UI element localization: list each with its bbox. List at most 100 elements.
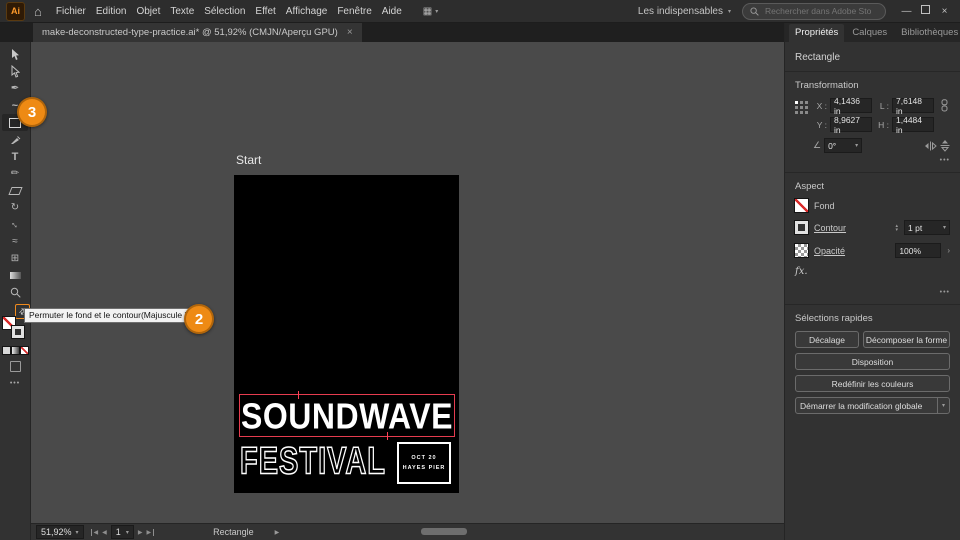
menu-edition[interactable]: Edition xyxy=(91,6,132,17)
tab-calques[interactable]: Calques xyxy=(846,24,893,42)
last-artboard-button[interactable]: ▶ xyxy=(146,528,155,536)
fx-button[interactable]: fx. xyxy=(795,266,808,277)
scale-tool[interactable]: ↔ xyxy=(2,216,28,233)
shape-builder-tool[interactable]: ⊞ xyxy=(2,250,28,267)
close-button[interactable]: × xyxy=(935,6,954,17)
tab-close-icon[interactable]: × xyxy=(347,27,353,38)
poster-title: SOUNDWAVE xyxy=(241,395,453,436)
opacity-select[interactable]: 100% xyxy=(895,243,942,258)
document-tab[interactable]: make-deconstructed-type-practice.ai* @ 5… xyxy=(33,22,362,42)
zoom-value: 51,92% xyxy=(41,527,72,537)
menu-fichier[interactable]: Fichier xyxy=(51,6,91,17)
width-input[interactable]: 7,6148 in xyxy=(892,96,934,116)
link-dimensions-icon[interactable] xyxy=(939,99,950,112)
selection-tool-icon xyxy=(12,49,19,60)
menu-fenetre[interactable]: Fenêtre xyxy=(332,6,376,17)
gradient-tool[interactable] xyxy=(2,267,28,284)
transform-more-options[interactable]: ••• xyxy=(795,157,950,164)
menu-texte[interactable]: Texte xyxy=(165,6,199,17)
chevron-right-icon[interactable]: › xyxy=(947,246,950,255)
pencil-tool[interactable]: ✏ xyxy=(2,165,28,182)
tab-proprietes[interactable]: Propriétés xyxy=(789,24,845,42)
zoom-level-select[interactable]: 51,92% ▾ xyxy=(36,525,84,539)
x-label: X : xyxy=(816,100,827,111)
expand-shape-button[interactable]: Décomposer la forme xyxy=(863,331,950,348)
search-input[interactable] xyxy=(763,5,873,17)
menu-affichage[interactable]: Affichage xyxy=(281,6,333,17)
workspace-switcher[interactable]: Les indispensables ▾ xyxy=(638,6,731,17)
swap-tooltip: Permuter le fond et le contour(Majuscule… xyxy=(24,308,198,323)
flip-horizontal-icon[interactable] xyxy=(924,141,937,151)
artboard[interactable]: SOUNDWAVE FESTIVAL OCT 20 HAYES PIER xyxy=(234,175,459,493)
properties-panel: Propriétés Calques Bibliothèques Rectang… xyxy=(784,22,960,540)
status-bar: 51,92% ▾ ◀ ◀ 1 ▾ ▶ ▶ Rectangle ▶ xyxy=(31,523,784,540)
maximize-icon xyxy=(921,5,930,14)
panel-tabs: Propriétés Calques Bibliothèques xyxy=(785,22,960,42)
selection-tick xyxy=(387,432,388,440)
search-icon xyxy=(750,6,759,16)
stroke-panel-link[interactable]: Contour xyxy=(814,223,846,233)
home-icon[interactable]: ⌂ xyxy=(34,4,42,19)
recolor-button[interactable]: Redéfinir les couleurs xyxy=(795,375,950,392)
stepper-down-icon: ▾ xyxy=(895,226,898,233)
edit-toolbar-button[interactable]: ••• xyxy=(10,380,20,387)
previous-artboard-button[interactable]: ◀ xyxy=(102,529,107,536)
width-tool-icon: ≈ xyxy=(12,236,18,247)
horizontal-scrollbar-thumb[interactable] xyxy=(421,528,467,535)
offset-button[interactable]: Décalage xyxy=(795,331,859,348)
window-controls: — × xyxy=(897,5,954,17)
height-input[interactable]: 1,4484 in xyxy=(892,115,934,135)
direct-selection-tool-icon xyxy=(11,65,20,78)
y-label: Y : xyxy=(816,119,827,130)
pen-tool[interactable]: ✒ xyxy=(2,80,28,97)
start-global-edit-button[interactable]: Démarrer la modification globale ▾ xyxy=(795,397,950,414)
stroke-weight-select[interactable]: 1 pt ▾ xyxy=(904,220,950,235)
maximize-button[interactable] xyxy=(916,5,935,17)
global-edit-options[interactable]: ▾ xyxy=(936,398,949,413)
y-input[interactable]: 8,9627 in xyxy=(830,115,872,135)
direct-selection-tool[interactable] xyxy=(2,63,28,80)
arrange-documents-button[interactable]: ▦ ▾ xyxy=(423,6,438,17)
eraser-tool[interactable] xyxy=(2,182,28,199)
arrange-button[interactable]: Disposition xyxy=(795,353,950,370)
next-artboard-button[interactable]: ▶ xyxy=(138,529,143,536)
rotation-angle-select[interactable]: 0° ▾ xyxy=(824,138,863,153)
status-flyout-icon[interactable]: ▶ xyxy=(275,529,280,536)
stroke-color-swatch[interactable] xyxy=(794,220,809,235)
paint-mode-buttons xyxy=(1,346,29,355)
stroke-swatch[interactable] xyxy=(11,325,25,339)
menu-objet[interactable]: Objet xyxy=(131,6,165,17)
fill-color-swatch[interactable] xyxy=(794,198,809,213)
none-mode-button[interactable] xyxy=(19,346,29,355)
tab-bibliotheques[interactable]: Bibliothèques xyxy=(895,24,960,42)
transform-section-title: Transformation xyxy=(795,80,859,91)
gradient-mode-button[interactable] xyxy=(10,346,20,355)
menu-selection[interactable]: Sélection xyxy=(199,6,250,17)
selection-tool[interactable] xyxy=(2,46,28,63)
appearance-more-options[interactable]: ••• xyxy=(795,289,950,296)
artboard-number-select[interactable]: 1 ▾ xyxy=(110,525,134,539)
minimize-button[interactable]: — xyxy=(897,6,916,17)
document-tab-title: make-deconstructed-type-practice.ai* @ 5… xyxy=(42,27,338,38)
opacity-panel-link[interactable]: Opacité xyxy=(814,246,845,256)
canvas-area[interactable]: Start SOUNDWAVE FESTIVAL OCT 20 HAYES PI… xyxy=(31,42,784,523)
rotate-angle-icon: ∠ xyxy=(813,140,822,150)
flip-vertical-icon[interactable] xyxy=(940,139,950,152)
zoom-tool[interactable] xyxy=(2,284,28,301)
color-mode-button[interactable] xyxy=(1,346,11,355)
poster-subtitle: FESTIVAL xyxy=(239,440,387,483)
selection-tick xyxy=(298,391,299,399)
paintbrush-tool[interactable] xyxy=(2,131,28,148)
rotate-tool[interactable]: ↻ xyxy=(2,199,28,216)
opacity-swatch-icon[interactable] xyxy=(794,243,809,258)
draw-mode-button[interactable] xyxy=(9,361,21,372)
menu-aide[interactable]: Aide xyxy=(377,6,407,17)
quick-actions-section-title: Sélections rapides xyxy=(795,313,873,324)
first-artboard-button[interactable]: ◀ xyxy=(90,528,98,536)
stroke-weight-stepper[interactable]: ▴ ▾ xyxy=(895,223,898,233)
type-tool[interactable]: T xyxy=(2,148,28,165)
reference-point-locator[interactable] xyxy=(795,101,809,115)
width-tool[interactable]: ≈ xyxy=(2,233,28,250)
x-input[interactable]: 4,1436 in xyxy=(830,96,872,116)
menu-effet[interactable]: Effet xyxy=(250,6,280,17)
